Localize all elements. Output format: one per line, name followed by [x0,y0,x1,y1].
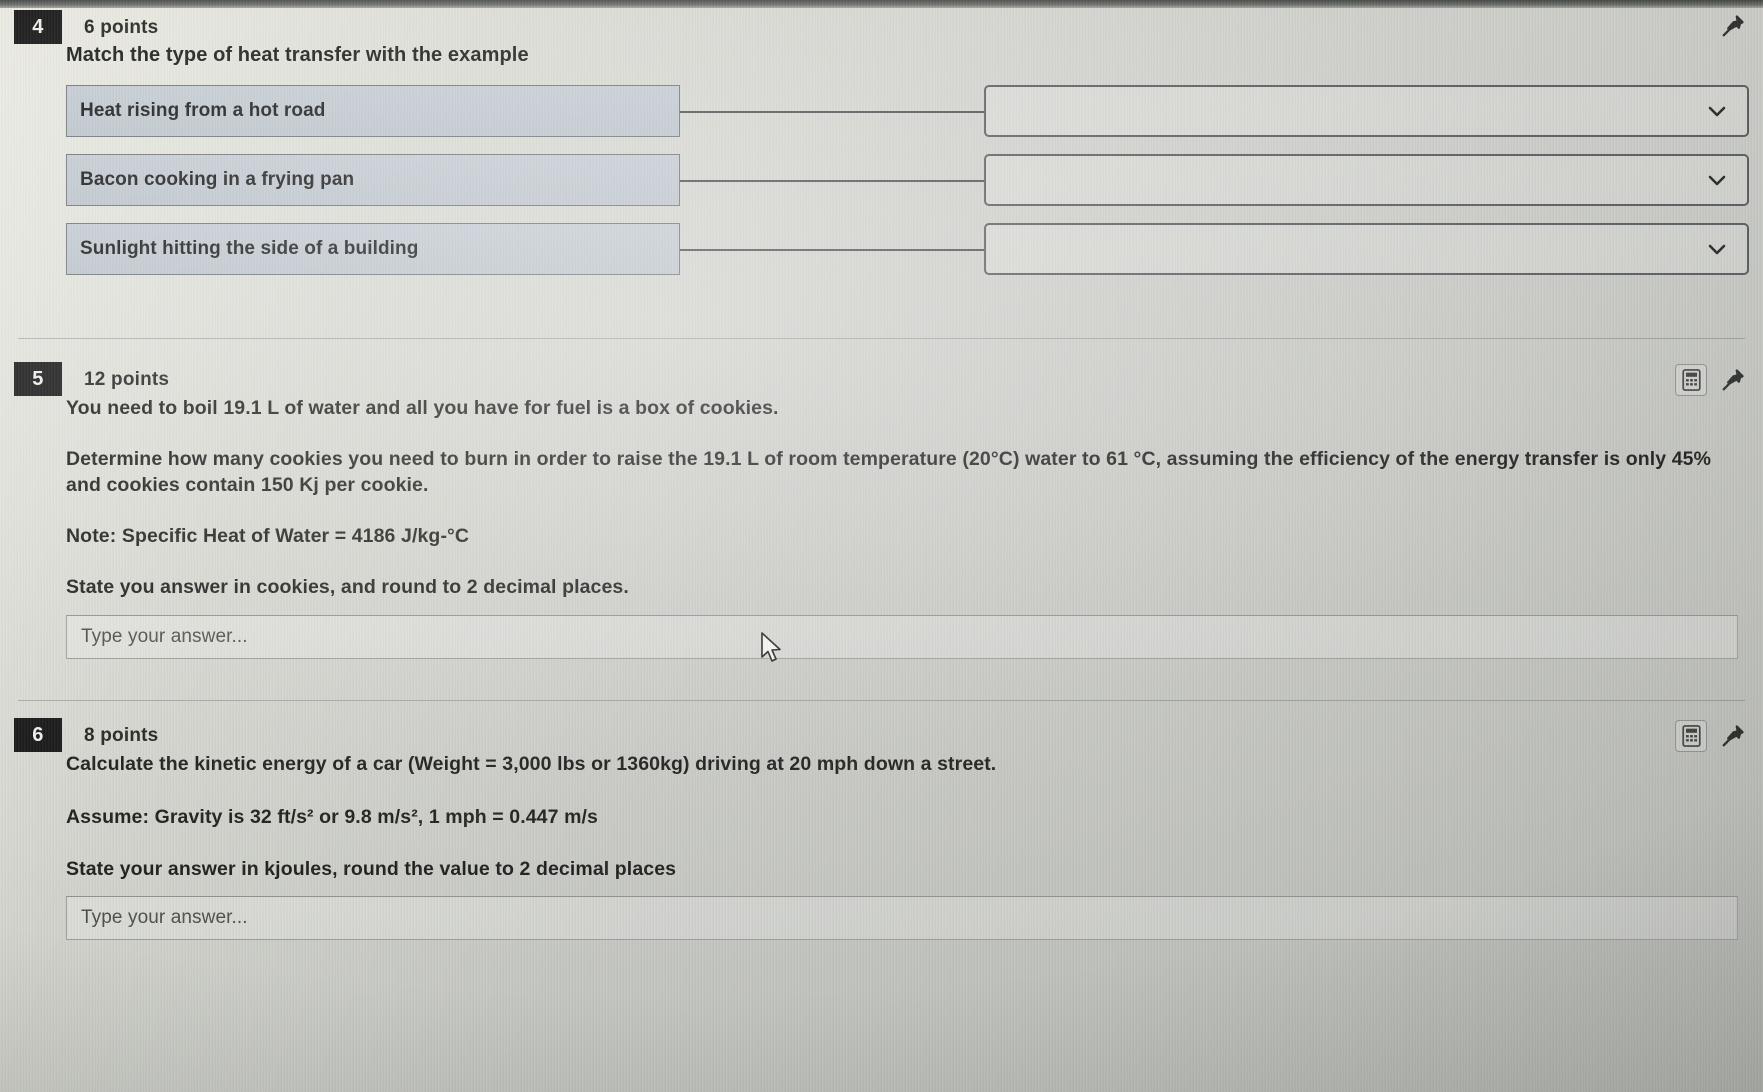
chevron-down-icon [1708,175,1726,186]
pin-icon[interactable] [1719,722,1747,750]
question-4-body: Match the type of heat transfer with the… [66,44,1763,67]
question-5-paragraph-1: You need to boil 19.1 L of water and all… [66,397,779,419]
pin-icon[interactable] [1719,366,1747,394]
quiz-page: 4 6 points Match the type of heat transf… [0,0,1763,1092]
question-6-number: 6 [14,718,62,752]
question-5-body: You need to boil 19.1 L of water and all… [66,396,1763,601]
question-6-points: 8 points [84,725,159,746]
match-row: Bacon cooking in a frying pan [66,154,1749,206]
calculator-button[interactable] [1675,364,1707,396]
chevron-down-icon [1708,106,1726,117]
match-dropdown[interactable] [984,85,1749,137]
mouse-cursor [761,632,781,662]
question-6-body: Calculate the kinetic energy of a car (W… [66,752,1763,882]
question-5-paragraph-3: Note: Specific Heat of Water = 4186 J/kg… [66,525,470,548]
question-4-toolbar [1719,12,1747,40]
question-5-points: 12 points [84,369,170,390]
match-left-item[interactable]: Heat rising from a hot road [66,85,680,137]
match-dropdown[interactable] [984,223,1749,275]
match-connector-line [680,111,984,113]
question-5-number: 5 [14,362,62,396]
question-4-prompt: Match the type of heat transfer with the… [66,44,529,66]
calculator-button[interactable] [1675,720,1707,752]
question-5-toolbar [1675,364,1747,396]
match-row: Heat rising from a hot road [66,85,1749,137]
match-row: Sunlight hitting the side of a building [66,223,1749,275]
screen-top-edge [0,0,1763,8]
question-6-paragraph-2: Assume: Gravity is 32 ft/s² or 9.8 m/s²,… [66,806,598,829]
chevron-down-icon [1708,244,1726,255]
matching-area: Heat rising from a hot road Bacon cookin… [66,85,1763,295]
question-block-4: 4 6 points Match the type of heat transf… [0,10,1763,295]
calculator-icon [1681,725,1701,747]
match-connector-line [680,180,984,182]
question-6-paragraph-3: State your answer in kjoules, round the … [66,857,677,880]
match-left-item[interactable]: Bacon cooking in a frying pan [66,154,680,206]
match-connector-line [680,249,984,251]
answer-input-question-6[interactable]: Type your answer... [66,896,1738,941]
calculator-icon [1681,369,1701,391]
question-divider [18,700,1745,701]
question-6-toolbar [1675,720,1747,752]
question-5-header: 5 12 points [0,362,1763,396]
question-4-points: 6 points [84,17,159,38]
pin-icon[interactable] [1719,12,1747,40]
question-4-header: 4 6 points [0,10,1763,44]
match-left-item[interactable]: Sunlight hitting the side of a building [66,223,680,275]
question-4-number: 4 [14,10,62,44]
match-dropdown[interactable] [984,154,1749,206]
answer-placeholder: Type your answer... [81,907,248,929]
answer-placeholder: Type your answer... [81,625,248,647]
answer-input-question-5[interactable]: Type your answer... [66,614,1738,659]
question-5-paragraph-2: Determine how many cookies you need to b… [66,448,1712,496]
question-5-paragraph-4: State you answer in cookies, and round t… [66,576,629,599]
question-block-5: 5 12 points You need to boil 19.1 L of w… [0,362,1763,659]
question-6-header: 6 8 points [0,718,1763,752]
question-divider [18,338,1745,339]
question-6-paragraph-1: Calculate the kinetic energy of a car (W… [66,753,997,775]
question-block-6: 6 8 points Calculate the kinetic energy … [0,718,1763,941]
